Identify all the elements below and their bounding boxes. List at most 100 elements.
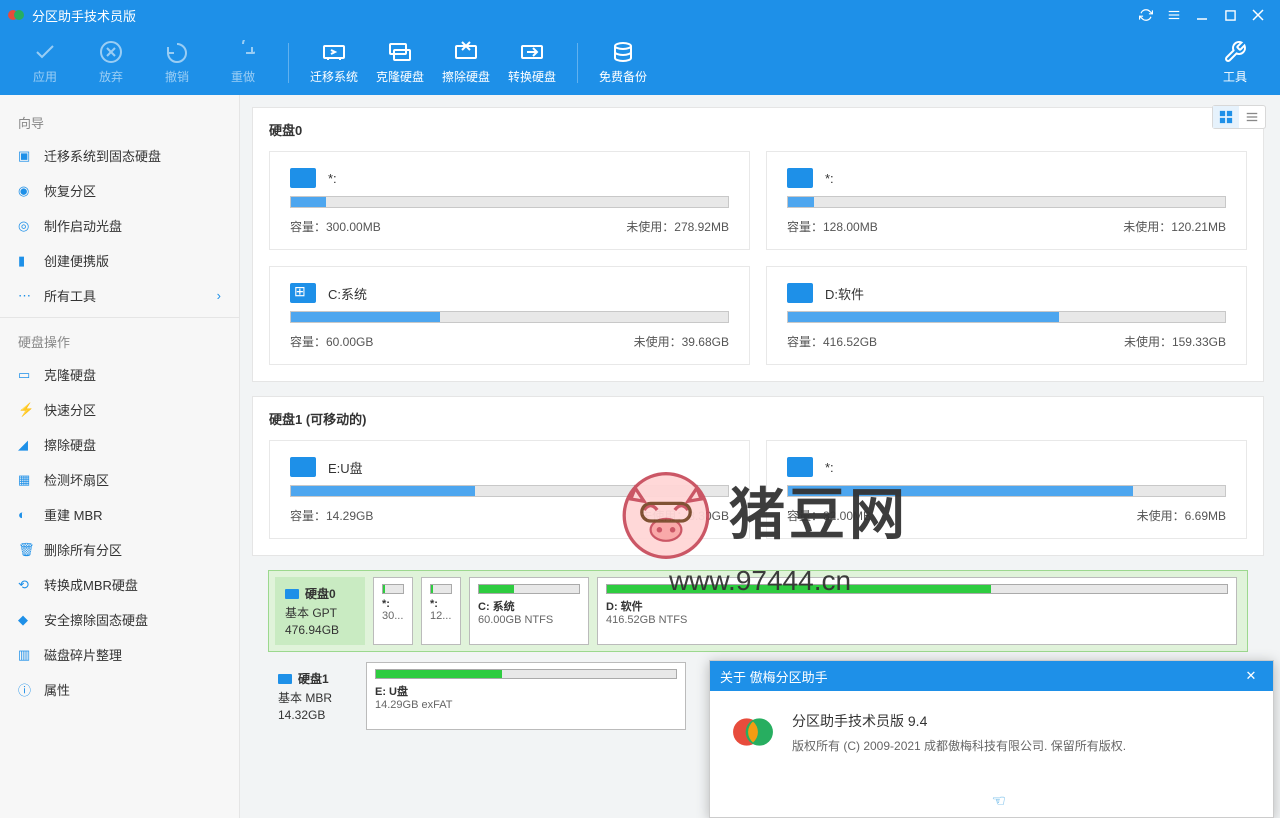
minimize-button[interactable] [1188, 1, 1216, 29]
undo-button[interactable]: 撤销 [148, 35, 206, 91]
window-title: 分区助手技术员版 [32, 6, 1132, 25]
clone-disk-button[interactable]: 克隆硬盘 [371, 35, 429, 91]
grid-icon: ▦ [18, 472, 34, 488]
sidebar-item-properties[interactable]: ⓘ属性 [0, 672, 239, 707]
dialog-titlebar: 关于 傲梅分区助手 ✕ [710, 661, 1273, 691]
partition-name: *: [825, 460, 834, 475]
partition-block[interactable]: D: 软件416.52GB NTFS [597, 577, 1237, 645]
view-toggle [1212, 105, 1266, 129]
partition-name: D:软件 [825, 284, 864, 303]
partition-block-name: D: 软件 [606, 598, 1228, 614]
capacity-label: 容量：32.00MB [787, 507, 871, 524]
trash-icon: 🗑 [18, 542, 34, 558]
dialog-close-button[interactable]: ✕ [1239, 668, 1263, 684]
card-view-button[interactable] [1213, 106, 1239, 128]
capacity-label: 容量：128.00MB [787, 218, 878, 235]
disk-section: 硬盘1 (可移动的) E:U盘 容量：14.29GB未使用：8.30GB *: … [252, 396, 1264, 556]
menu-icon[interactable] [1160, 1, 1188, 29]
discard-button[interactable]: 放弃 [82, 35, 140, 91]
partition-block[interactable]: E: U盘14.29GB exFAT [366, 662, 686, 730]
disk-header: 硬盘1 (可移动的) [253, 409, 1263, 440]
sidebar-item-all-tools[interactable]: ⋯所有工具› [0, 278, 239, 318]
unused-label: 未使用：120.21MB [1123, 218, 1226, 235]
disc-icon: ◎ [18, 218, 34, 234]
partition-card[interactable]: *: 容量：32.00MB 未使用：6.69MB [766, 440, 1247, 539]
list-view-button[interactable] [1239, 106, 1265, 128]
partition-block-name: *: [382, 598, 404, 610]
usage-bar [478, 584, 580, 594]
diskops-section-title: 硬盘操作 [0, 326, 239, 357]
capacity-label: 容量：416.52GB [787, 333, 877, 350]
toolbar-separator [288, 43, 289, 83]
usage-bar [290, 196, 729, 208]
sidebar-item-migrate-os[interactable]: ▣迁移系统到固态硬盘 [0, 138, 239, 173]
sidebar-item-surface-test[interactable]: ▦检测坏扇区 [0, 462, 239, 497]
migrate-system-button[interactable]: 迁移系统 [305, 35, 363, 91]
refresh-icon[interactable] [1132, 1, 1160, 29]
sidebar-item-defrag[interactable]: ▥磁盘碎片整理 [0, 637, 239, 672]
about-copyright: 版权所有 (C) 2009-2021 成都傲梅科技有限公司. 保留所有版权. [792, 737, 1126, 754]
unused-label: 未使用：39.68GB [634, 333, 729, 350]
partition-card[interactable]: C:系统 容量：60.00GB未使用：39.68GB [269, 266, 750, 365]
convert-disk-button[interactable]: 转换硬盘 [503, 35, 561, 91]
tools-button[interactable]: 工具 [1206, 35, 1264, 91]
disk-row-label: 硬盘0基本 GPT476.94GB [275, 577, 365, 645]
close-button[interactable] [1244, 1, 1272, 29]
maximize-button[interactable] [1216, 1, 1244, 29]
wipe-disk-button[interactable]: 擦除硬盘 [437, 35, 495, 91]
disk-row-label: 硬盘1基本 MBR14.32GB [268, 662, 358, 730]
sidebar-item-clone-disk[interactable]: ▭克隆硬盘 [0, 357, 239, 392]
dots-icon: ⋯ [18, 288, 34, 304]
dialog-title: 关于 傲梅分区助手 [720, 667, 828, 686]
partition-block[interactable]: C: 系统60.00GB NTFS [469, 577, 589, 645]
drive-icon [278, 674, 292, 684]
partition-block-name: *: [430, 598, 452, 610]
info-icon: ⓘ [18, 682, 34, 698]
unused-label: 未使用：6.69MB [1137, 507, 1226, 524]
partition-block[interactable]: *:30... [373, 577, 413, 645]
sidebar-item-quick-partition[interactable]: ⚡快速分区 [0, 392, 239, 427]
usage-bar [382, 584, 404, 594]
sidebar-item-wipe-disk[interactable]: ◢擦除硬盘 [0, 427, 239, 462]
migrate-icon: ▣ [18, 148, 34, 164]
drive-icon [787, 283, 813, 303]
shield-icon: ◆ [18, 612, 34, 628]
partition-card[interactable]: D:软件 容量：416.52GB 未使用：159.33GB [766, 266, 1247, 365]
drive-icon [787, 168, 813, 188]
recover-icon: ◉ [18, 183, 34, 199]
disk-row[interactable]: 硬盘0基本 GPT476.94GB*:30...*:12...C: 系统60.0… [268, 570, 1248, 652]
unused-label: 未使用：159.33GB [1124, 333, 1226, 350]
clone-icon: ▭ [18, 367, 34, 383]
sidebar-item-convert-mbr[interactable]: ⟲转换成MBR硬盘 [0, 567, 239, 602]
disk-section: 硬盘0 *: 容量：300.00MB未使用：278.92MB *: 容量：128… [252, 107, 1264, 382]
partition-block[interactable]: *:12... [421, 577, 461, 645]
sidebar: 向导 ▣迁移系统到固态硬盘 ◉恢复分区 ◎制作启动光盘 ▮创建便携版 ⋯所有工具… [0, 95, 240, 818]
usage-bar [290, 311, 729, 323]
lightning-icon: ⚡ [18, 402, 34, 418]
partition-name: *: [825, 171, 834, 186]
partition-card[interactable]: *: 容量：300.00MB未使用：278.92MB [269, 151, 750, 250]
free-backup-button[interactable]: 免费备份 [594, 35, 652, 91]
partition-block-info: 60.00GB NTFS [478, 614, 580, 626]
partition-name: E:U盘 [328, 458, 363, 477]
sidebar-item-portable[interactable]: ▮创建便携版 [0, 243, 239, 278]
titlebar: 分区助手技术员版 [0, 0, 1280, 30]
usage-bar [375, 669, 677, 679]
partition-block-name: C: 系统 [478, 598, 580, 614]
partition-name: *: [328, 171, 337, 186]
partition-block-info: 416.52GB NTFS [606, 614, 1228, 626]
sidebar-item-rebuild-mbr[interactable]: ◐重建 MBR [0, 497, 239, 532]
mbr-icon: ◐ [18, 507, 34, 523]
sidebar-item-recover-partition[interactable]: ◉恢复分区 [0, 173, 239, 208]
wizard-section-title: 向导 [0, 107, 239, 138]
drive-icon [285, 589, 299, 599]
eraser-icon: ◢ [18, 437, 34, 453]
sidebar-item-delete-all[interactable]: 🗑删除所有分区 [0, 532, 239, 567]
sidebar-item-ssd-erase[interactable]: ◆安全擦除固态硬盘 [0, 602, 239, 637]
apply-button[interactable]: 应用 [16, 35, 74, 91]
sidebar-item-bootable-media[interactable]: ◎制作启动光盘 [0, 208, 239, 243]
redo-button[interactable]: 重做 [214, 35, 272, 91]
usage-bar [787, 196, 1226, 208]
partition-card[interactable]: E:U盘 容量：14.29GB未使用：8.30GB [269, 440, 750, 539]
partition-card[interactable]: *: 容量：128.00MB 未使用：120.21MB [766, 151, 1247, 250]
